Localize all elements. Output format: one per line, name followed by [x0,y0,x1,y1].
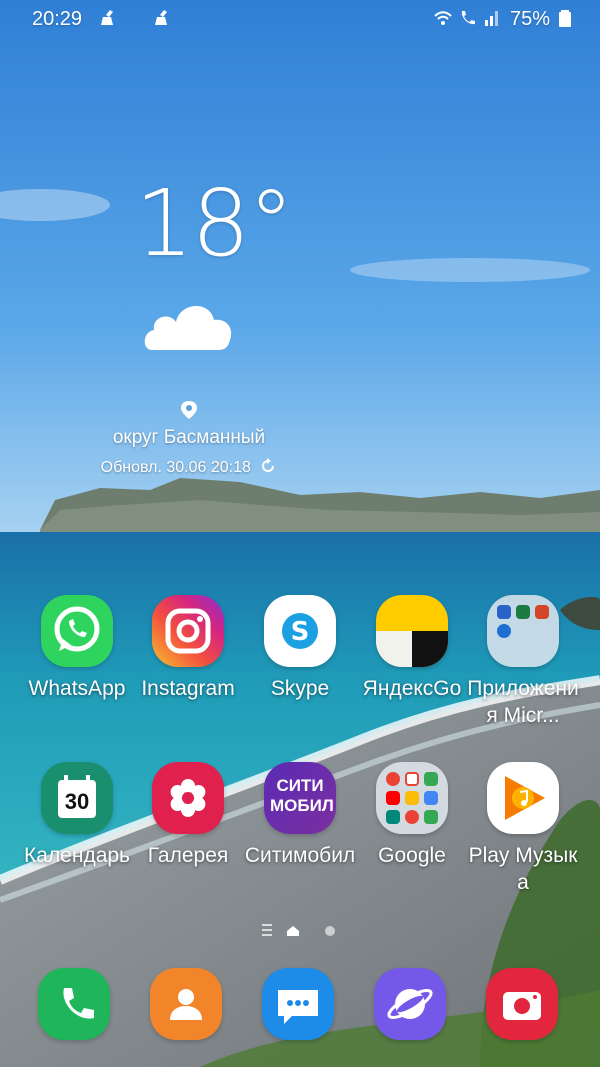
battery-icon [559,10,571,27]
browser-icon[interactable] [374,968,446,1040]
app-yandexgo[interactable]: ЯндексGo [352,595,472,702]
app-label: Ситимобил [244,844,356,867]
app-skype[interactable]: S Skype [240,595,360,702]
whatsapp-icon [41,595,113,667]
app-citymobil[interactable]: СИТИ МОБИЛ Ситимобил [240,762,360,869]
app-calendar[interactable]: 30 Календарь [17,762,137,869]
weather-updated: Обновл. 30.06 20:18 [0,457,378,477]
gallery-icon [152,762,224,834]
app-label: ЯндексGo [362,677,462,700]
app-label: WhatsApp [28,677,126,700]
contacts-icon[interactable] [150,968,222,1040]
citymobil-logo-text: СИТИ МОБИЛ [270,776,334,815]
messages-icon[interactable] [262,968,334,1040]
app-label: Play Музыка [468,844,578,894]
folder-microsoft[interactable]: Приложения Micr... [463,595,583,729]
google-folder-icon [376,762,448,834]
wifi-icon [434,11,452,25]
temperature: 18° [135,170,294,277]
app-label: Google [378,844,446,867]
app-whatsapp[interactable]: WhatsApp [17,595,137,702]
cloud-icon [144,305,232,350]
play-music-icon [487,762,559,834]
weather-widget[interactable]: 18° округ Басманный Обновл. 30.06 20:18 [0,0,380,500]
skype-icon: S [264,595,336,667]
yandexgo-icon [376,595,448,667]
calendar-icon: 30 [41,762,113,834]
wifi-call-icon [461,11,475,25]
app-label: Instagram [141,677,235,700]
signal-icon [485,11,498,26]
menu-lines-icon [262,924,272,936]
instagram-icon [152,595,224,667]
app-play-music[interactable]: Play Музыка [463,762,583,896]
app-label: Календарь [24,844,130,867]
camera-icon[interactable] [486,968,558,1040]
app-instagram[interactable]: Instagram [128,595,248,702]
svg-text:S: S [291,617,310,647]
page-dot [325,926,335,936]
weather-updated-text: Обновл. 30.06 20:18 [100,459,251,476]
microsoft-folder-icon [487,595,559,667]
folder-google[interactable]: Google [352,762,472,869]
app-label: Skype [270,677,330,700]
app-label: Приложения Micr... [467,677,579,727]
location-pin-icon [181,401,197,419]
home-page-icon [287,926,299,936]
page-indicator[interactable] [258,920,348,940]
phone-icon[interactable] [38,968,110,1040]
citymobil-icon: СИТИ МОБИЛ [264,762,336,834]
battery-percent: 75% [510,8,551,30]
refresh-icon[interactable] [259,457,277,475]
app-gallery[interactable]: Галерея [128,762,248,869]
app-label: Галерея [147,844,229,867]
calendar-date: 30 [64,789,90,814]
weather-location: округ Басманный [112,427,266,448]
